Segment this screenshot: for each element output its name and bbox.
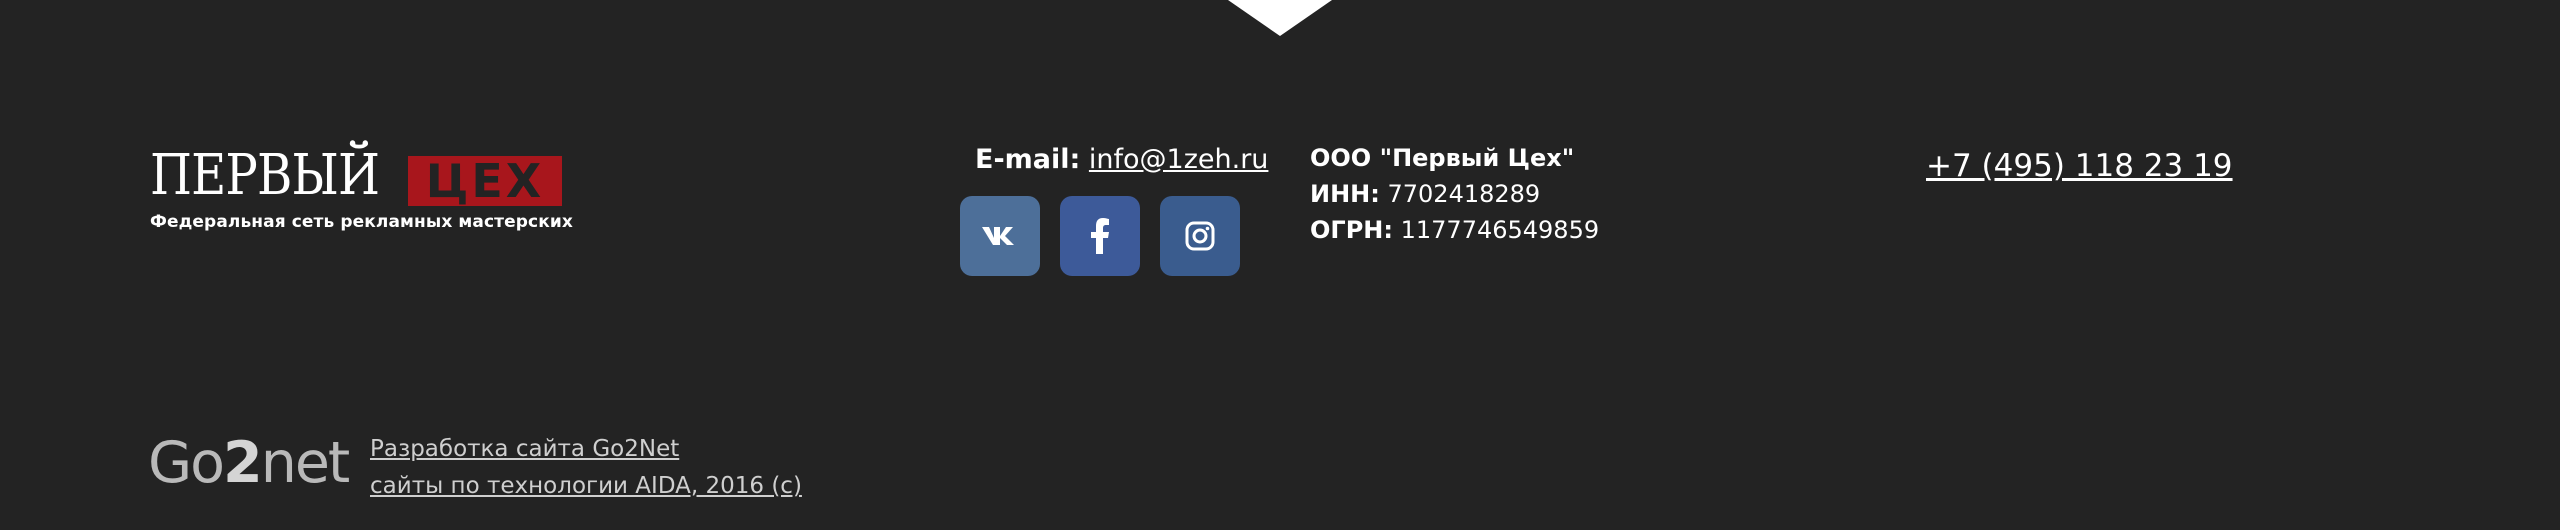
logo-red-box: ЦЕХ <box>408 156 562 206</box>
inn-label: ИНН: <box>1310 180 1380 208</box>
go2net-logo-part-net: net <box>260 430 351 496</box>
vk-icon <box>982 227 1014 245</box>
logo-word-right: ЦЕХ <box>425 154 545 208</box>
facebook-button[interactable] <box>1060 196 1140 276</box>
instagram-icon <box>1185 221 1215 251</box>
logo-word-left: ПЕРВЫЙ <box>150 143 380 208</box>
facebook-icon <box>1091 218 1109 254</box>
inn-value: 7702418289 <box>1387 180 1541 208</box>
vk-button[interactable] <box>960 196 1040 276</box>
instagram-button[interactable] <box>1160 196 1240 276</box>
email-link[interactable]: info@1zeh.ru <box>1089 144 1269 175</box>
developer-credits: Разработка сайта Go2Net сайты по техноло… <box>370 431 802 505</box>
company-name: ООО "Первый Цех" <box>1310 144 1575 172</box>
email-label: E-mail: <box>975 144 1081 175</box>
company-inn-row: ИНН: 7702418289 <box>1310 176 1599 212</box>
phone-link[interactable]: +7 (495) 118 23 19 <box>1926 148 2233 184</box>
scroll-down-notch <box>1228 0 1332 36</box>
go2net-logo[interactable]: Go2net <box>148 428 351 498</box>
company-ogrn-row: ОГРН: 1177746549859 <box>1310 212 1599 248</box>
ogrn-value: 1177746549859 <box>1400 216 1600 244</box>
logo-tagline: Федеральная сеть рекламных мастерских <box>150 212 573 232</box>
site-logo[interactable]: ПЕРВЫЙ ЦЕХ Федеральная сеть рекламных ма… <box>150 146 573 236</box>
ogrn-label: ОГРН: <box>1310 216 1393 244</box>
company-info: ООО "Первый Цех" ИНН: 7702418289 ОГРН: 1… <box>1310 140 1599 248</box>
go2net-logo-part-2: 2 <box>223 430 263 496</box>
developer-link[interactable]: Разработка сайта Go2Net <box>370 431 802 468</box>
go2net-logo-part-go: Go <box>148 430 225 496</box>
aida-link[interactable]: сайты по технологии AIDA, 2016 (c) <box>370 468 802 505</box>
email-row: E-mail: info@1zeh.ru <box>975 144 1268 175</box>
